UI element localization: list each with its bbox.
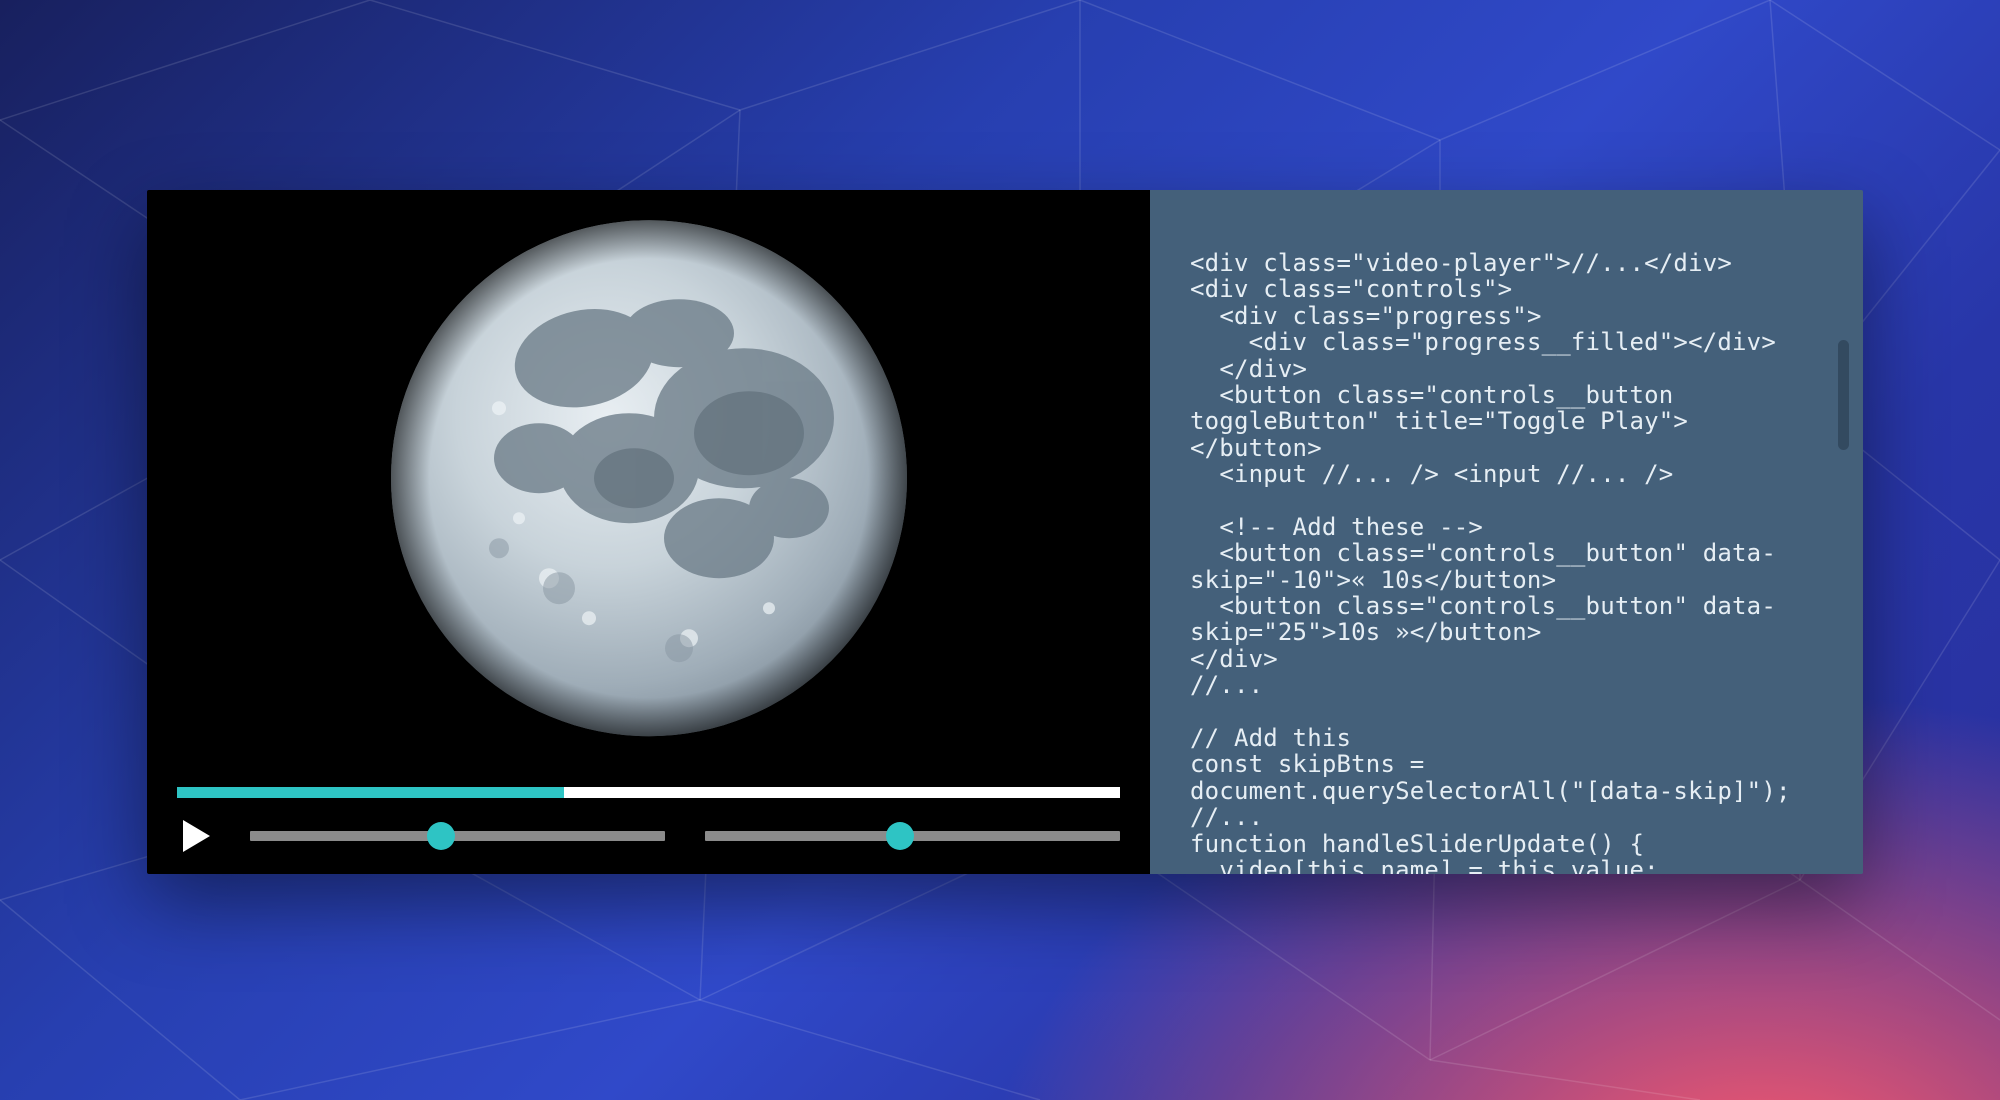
- progress-filled: [177, 787, 564, 798]
- moon-image: [379, 208, 919, 748]
- slider-volume[interactable]: [250, 831, 665, 841]
- play-icon[interactable]: [183, 820, 210, 852]
- scrollbar-thumb[interactable]: [1838, 340, 1849, 450]
- slider-thumb[interactable]: [427, 822, 455, 850]
- content-card: <div class="video-player">//...</div> <d…: [147, 190, 1863, 874]
- player-controls: [147, 787, 1150, 874]
- video-player: [147, 190, 1150, 874]
- progress-bar[interactable]: [177, 787, 1120, 798]
- video-viewport[interactable]: [147, 190, 1150, 787]
- code-block[interactable]: <div class="video-player">//...</div> <d…: [1190, 250, 1807, 874]
- slider-thumb[interactable]: [886, 822, 914, 850]
- slider-speed[interactable]: [705, 831, 1120, 841]
- code-panel: <div class="video-player">//...</div> <d…: [1150, 190, 1863, 874]
